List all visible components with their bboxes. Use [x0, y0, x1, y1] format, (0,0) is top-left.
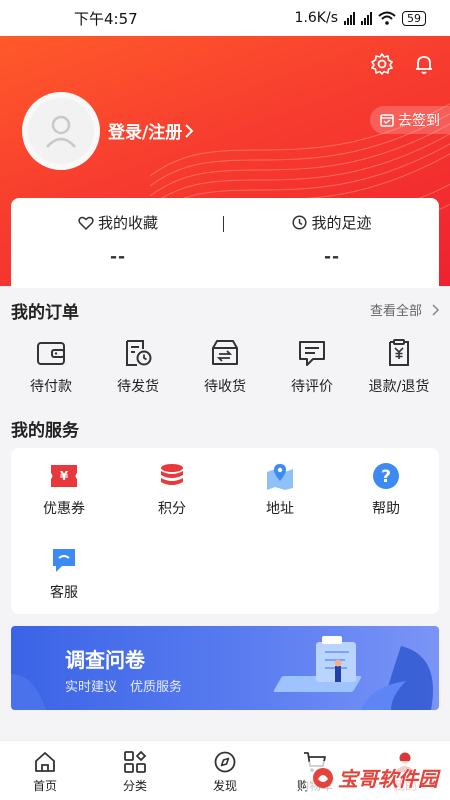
chat-icon	[53, 549, 75, 572]
order-pending-shipment[interactable]: 待发货	[103, 338, 173, 408]
home-icon	[35, 752, 55, 772]
settings-icon[interactable]	[370, 52, 394, 76]
svg-text:¥: ¥	[60, 469, 69, 483]
service-customer-support[interactable]: 客服	[19, 546, 109, 602]
footprint-count: --	[323, 247, 341, 267]
orders-title: 我的订单	[11, 303, 79, 323]
my-favorites[interactable]: 我的收藏 --	[11, 198, 225, 288]
order-label: 待发货	[117, 379, 159, 395]
tab-category[interactable]: 分类	[90, 741, 180, 800]
wallet-icon	[37, 342, 65, 365]
signal-icon	[344, 11, 355, 25]
chevron-right-icon	[185, 123, 194, 138]
signin-label: 去签到	[398, 113, 440, 129]
favorites-count: --	[109, 247, 127, 267]
view-all-label: 查看全部	[369, 304, 422, 319]
service-label: 帮助	[372, 501, 400, 517]
help-icon: ?	[373, 463, 399, 489]
wifi-icon	[378, 11, 396, 25]
login-register-link[interactable]: 登录/注册	[108, 118, 194, 143]
pending-ship-icon	[126, 340, 152, 366]
service-address[interactable]: 地址	[235, 462, 325, 518]
refund-icon	[389, 339, 409, 366]
service-coupon[interactable]: ¥ 优惠券	[19, 462, 109, 518]
map-pin-icon	[267, 464, 293, 490]
my-footprint[interactable]: 我的足迹 --	[225, 198, 439, 288]
favorites-label: 我的收藏	[97, 214, 158, 232]
services-card: ¥ 优惠券 积分 地址 ? 帮助 客服	[11, 448, 439, 614]
signal-icon	[361, 11, 372, 25]
chevron-right-icon	[432, 303, 440, 316]
battery-icon: 59	[402, 10, 426, 26]
watermark-logo-icon	[313, 767, 333, 788]
user-icon	[46, 115, 76, 148]
order-pending-payment[interactable]: 待付款	[16, 338, 86, 408]
tab-label: 首页	[32, 779, 57, 793]
review-icon	[299, 341, 325, 366]
watermark: 宝哥软件园	[306, 761, 444, 794]
status-bar: 下午4:57 1.6K/s 59	[0, 0, 450, 36]
order-label: 待付款	[30, 379, 72, 395]
survey-banner[interactable]: 调查问卷 实时建议 优质服务	[11, 626, 439, 710]
login-label: 登录/注册	[108, 123, 183, 143]
order-status-row: 待付款 待发货 待收货 待评价 退款/退货	[0, 338, 450, 408]
banner-title: 调查问卷	[65, 648, 145, 672]
category-icon	[124, 751, 147, 773]
service-points[interactable]: 积分	[127, 462, 217, 518]
order-pending-review[interactable]: 待评价	[277, 338, 347, 408]
heart-icon	[78, 216, 94, 230]
order-refund-return[interactable]: 退款/退货	[364, 338, 434, 408]
service-label: 客服	[50, 585, 78, 601]
svg-text:?: ?	[381, 467, 391, 487]
tab-label: 分类	[122, 779, 147, 793]
points-icon	[161, 464, 183, 485]
service-label: 地址	[266, 501, 294, 517]
bell-icon[interactable]	[412, 52, 436, 76]
favorites-card: 我的收藏 -- 我的足迹 --	[11, 198, 439, 288]
service-label: 积分	[158, 501, 186, 517]
status-time: 下午4:57	[74, 9, 138, 28]
clock-icon	[292, 215, 308, 230]
order-label: 待收货	[204, 379, 246, 395]
service-help[interactable]: ? 帮助	[341, 462, 431, 518]
services-title: 我的服务	[11, 421, 79, 441]
footprint-label: 我的足迹	[311, 214, 372, 232]
signin-button[interactable]: 去签到	[370, 106, 450, 134]
tab-home[interactable]: 首页	[0, 741, 90, 800]
coupon-icon: ¥	[51, 465, 77, 487]
view-all-orders-link[interactable]: 查看全部	[370, 300, 440, 319]
delivery-box-icon	[212, 340, 238, 365]
watermark-text: 宝哥软件园	[338, 767, 438, 791]
service-label: 优惠券	[43, 501, 85, 517]
tab-discover[interactable]: 发现	[180, 741, 270, 800]
divider	[223, 216, 224, 232]
order-label: 退款/退货	[368, 379, 430, 395]
calendar-icon	[380, 114, 394, 127]
banner-subtitle: 实时建议 优质服务	[65, 680, 183, 695]
compass-icon	[214, 751, 236, 773]
tab-label: 发现	[212, 779, 237, 793]
avatar[interactable]	[22, 92, 100, 170]
order-label: 待评价	[291, 379, 333, 395]
network-speed: 1.6K/s	[294, 10, 338, 26]
order-pending-receipt[interactable]: 待收货	[190, 338, 260, 408]
